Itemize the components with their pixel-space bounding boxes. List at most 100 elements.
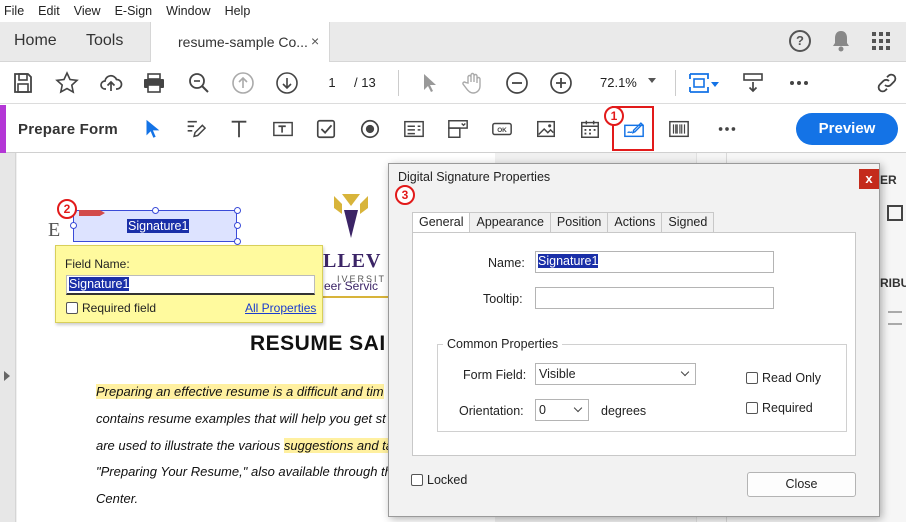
document-title: RESUME SAI — [250, 332, 386, 355]
button-field-icon[interactable]: OK — [489, 116, 515, 142]
paragraph-line: are used to illustrate the various sugge… — [96, 438, 394, 453]
more-tools-icon[interactable] — [786, 70, 812, 96]
annotation-badge-1: 1 — [604, 106, 624, 126]
right-panel-label: RIBU — [880, 276, 906, 290]
bookmark-star-icon[interactable] — [54, 70, 80, 96]
resize-handle[interactable] — [234, 238, 241, 245]
text-icon[interactable] — [226, 116, 252, 142]
zoom-in-icon[interactable] — [548, 70, 574, 96]
prepare-form-title: Prepare Form — [18, 121, 118, 138]
read-only-checkbox[interactable] — [746, 372, 758, 384]
degrees-label: degrees — [601, 404, 647, 418]
career-services-link[interactable]: eer Servic — [324, 279, 378, 293]
tab-tools[interactable]: Tools — [86, 32, 123, 50]
next-page-icon[interactable] — [274, 70, 300, 96]
tab-general[interactable]: General — [412, 212, 471, 234]
date-field-icon[interactable] — [577, 116, 603, 142]
tab-close-icon[interactable]: × — [311, 33, 319, 49]
tab-appearance[interactable]: Appearance — [469, 212, 551, 233]
menu-view[interactable]: View — [74, 4, 101, 18]
previous-page-icon[interactable] — [230, 70, 256, 96]
toolbar-divider — [398, 70, 399, 96]
text-field-icon[interactable] — [270, 116, 296, 142]
university-logo-icon — [334, 194, 368, 238]
form-field-label: Form Field: — [463, 368, 527, 382]
zoom-search-icon[interactable] — [186, 70, 212, 96]
menu-file[interactable]: File — [4, 4, 24, 18]
tab-position[interactable]: Position — [549, 212, 609, 233]
zoom-out-icon[interactable] — [504, 70, 530, 96]
zoom-level-select[interactable]: 72.1% — [592, 72, 662, 94]
tab-home[interactable]: Home — [14, 32, 57, 50]
panel-tool-icon[interactable] — [887, 205, 903, 221]
annotation-badge-2: 2 — [57, 199, 77, 219]
resize-handle[interactable] — [152, 207, 159, 214]
dropdown-field-icon[interactable] — [445, 116, 471, 142]
name-label: Name: — [488, 256, 525, 270]
required-field-label: Required field — [82, 301, 157, 315]
paragraph-line: Center. — [96, 491, 139, 506]
edit-form-icon[interactable] — [182, 116, 208, 142]
radio-button-icon[interactable] — [357, 116, 383, 142]
page-total: / 13 — [354, 75, 376, 90]
left-panel-collapsed[interactable] — [0, 153, 16, 522]
hand-tool-icon[interactable] — [460, 70, 486, 96]
menu-window[interactable]: Window — [166, 4, 210, 18]
zoom-dropdown-icon[interactable] — [648, 78, 656, 83]
toolbar-divider — [675, 70, 676, 96]
checkbox-icon[interactable] — [313, 116, 339, 142]
preview-button[interactable]: Preview — [796, 113, 898, 145]
locked-label: Locked — [427, 473, 468, 487]
orientation-label: Orientation: — [459, 404, 524, 418]
required-checkbox[interactable] — [746, 402, 758, 414]
page-number-input[interactable]: 1 — [316, 72, 348, 94]
resize-handle[interactable] — [234, 222, 241, 229]
form-field-select[interactable]: Visible — [535, 363, 696, 385]
dialog-close-icon[interactable]: x — [859, 169, 879, 189]
orientation-select[interactable]: 0 — [535, 399, 589, 421]
select-cursor-icon[interactable] — [416, 70, 442, 96]
image-field-icon[interactable] — [533, 116, 559, 142]
field-name-input[interactable]: Signature1 — [66, 275, 315, 295]
cloud-upload-icon[interactable] — [98, 70, 124, 96]
resize-handle[interactable] — [234, 207, 241, 214]
tooltip-input[interactable] — [535, 287, 774, 309]
paragraph-line: contains resume examples that will help … — [96, 411, 386, 426]
main-toolbar — [0, 62, 906, 104]
fit-page-dropdown-icon[interactable] — [711, 82, 719, 87]
dialog-tabs: General Appearance Position Actions Sign… — [412, 212, 715, 234]
all-properties-link[interactable]: All Properties — [245, 301, 316, 315]
select-object-icon[interactable] — [139, 116, 165, 142]
bell-icon[interactable] — [831, 29, 851, 53]
save-icon[interactable] — [10, 70, 36, 96]
barcode-icon[interactable] — [666, 116, 692, 142]
tab-actions[interactable]: Actions — [607, 212, 663, 233]
panel-align-icon[interactable] — [888, 311, 902, 325]
locked-checkbox[interactable] — [411, 474, 423, 486]
paragraph-line: "Preparing Your Resume," also available … — [96, 464, 392, 479]
field-name-label: Field Name: — [65, 257, 130, 271]
scroll-mode-icon[interactable] — [740, 70, 766, 96]
required-field-checkbox[interactable] — [66, 302, 78, 314]
tab-bar: Home Tools resume-sample Co... × ? — [0, 22, 906, 63]
help-icon[interactable]: ? — [789, 30, 811, 52]
tab-signed[interactable]: Signed — [661, 212, 715, 233]
menu-esign[interactable]: E-Sign — [115, 4, 153, 18]
list-box-icon[interactable] — [401, 116, 427, 142]
name-input[interactable]: Signature1 — [535, 251, 774, 273]
digital-signature-icon[interactable] — [621, 116, 647, 142]
expand-left-panel-icon[interactable] — [4, 371, 10, 381]
tab-document[interactable]: resume-sample Co... × — [150, 22, 330, 63]
fit-page-icon[interactable] — [686, 70, 712, 96]
tab-document-label: resume-sample Co... — [178, 34, 308, 50]
share-link-icon[interactable] — [874, 70, 900, 96]
university-logo-text: LLEV — [323, 250, 382, 272]
menu-edit[interactable]: Edit — [38, 4, 60, 18]
apps-grid-icon[interactable] — [871, 31, 891, 51]
tooltip-label: Tooltip: — [483, 292, 523, 306]
resize-handle[interactable] — [70, 222, 77, 229]
close-button[interactable]: Close — [747, 472, 856, 497]
menu-help[interactable]: Help — [225, 4, 251, 18]
more-form-tools-icon[interactable] — [714, 116, 740, 142]
print-icon[interactable] — [141, 70, 167, 96]
